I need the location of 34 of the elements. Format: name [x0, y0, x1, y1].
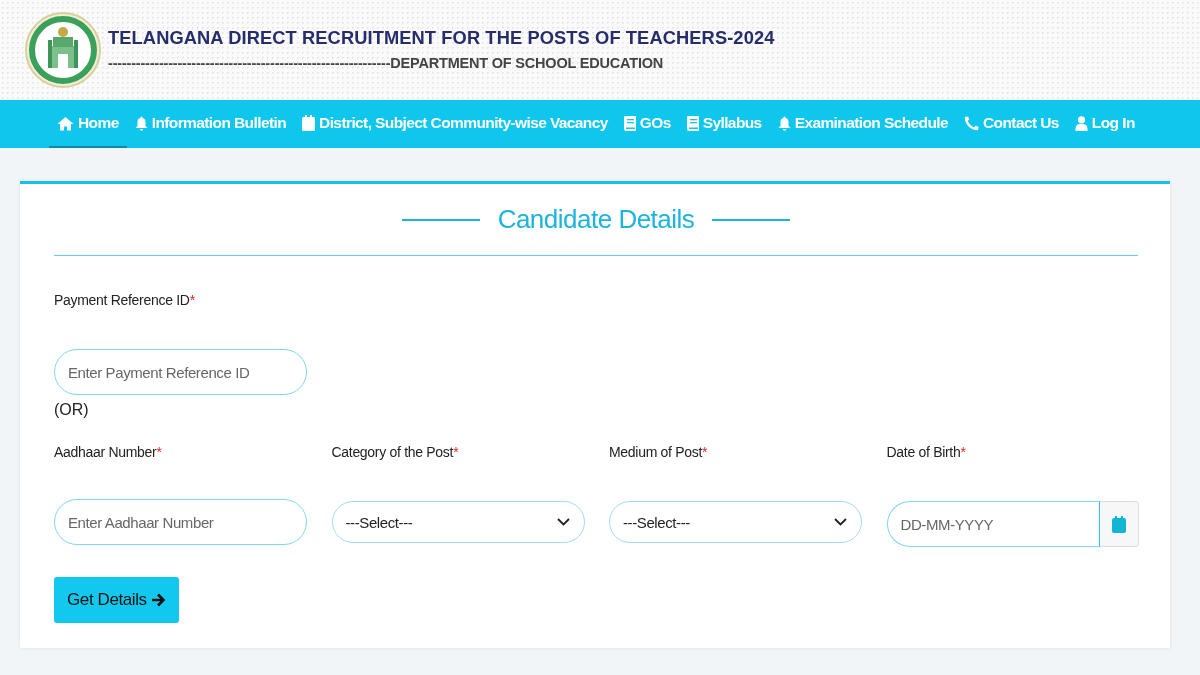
nav-link[interactable]: Examination Schedule: [769, 100, 957, 148]
chevron-down-icon: [556, 518, 570, 526]
bell-icon: [777, 115, 791, 131]
calendar-icon: [1111, 515, 1126, 533]
or-text: (OR): [54, 401, 90, 419]
nav-link[interactable]: Home: [49, 100, 127, 148]
home-icon: [57, 115, 74, 131]
department-name: -------------------------------------------------------------DEPARTMENT OF SCHOOL EDUCATION: [108, 55, 665, 71]
field-label: Category of the Post*: [331, 444, 460, 460]
nav-link[interactable]: Information Bulletin: [126, 100, 295, 148]
site-title: TELANGANA DIRECT RECRUITMENT FOR THE POSTS OF TEACHERS-2024: [108, 27, 775, 49]
input-field[interactable]: Enter Payment Reference ID: [54, 349, 307, 395]
bell-icon: [134, 115, 148, 131]
book-icon: [686, 115, 699, 131]
nav-link[interactable]: GOs: [615, 100, 679, 148]
calendar-button[interactable]: [1099, 501, 1139, 547]
date-input-field[interactable]: DD-MM-YYYY: [886, 501, 1100, 547]
nav-link[interactable]: Contact Us: [956, 100, 1067, 148]
section-title: Candidate Details: [497, 204, 695, 235]
nav-link[interactable]: Syllabus: [678, 100, 770, 148]
user-icon: [1074, 115, 1088, 131]
nav-link[interactable]: District, Subject Community-wise Vacancy: [294, 100, 616, 148]
field-label: Medium of Post*: [609, 444, 709, 460]
input-field[interactable]: Enter Aadhaar Number: [54, 499, 307, 545]
field-label: Date of Birth*: [886, 444, 967, 460]
field-label: Payment Reference ID*: [54, 292, 196, 308]
nav-link[interactable]: Log In: [1066, 100, 1143, 148]
field-label: Aadhaar Number*: [54, 444, 163, 460]
phone-icon: [964, 115, 980, 131]
arrow-right-icon: [150, 593, 166, 607]
chevron-down-icon: [834, 518, 847, 526]
book-icon: [623, 115, 636, 131]
calendar-icon: [302, 115, 316, 131]
get-details-button[interactable]: Get Details: [54, 577, 179, 623]
